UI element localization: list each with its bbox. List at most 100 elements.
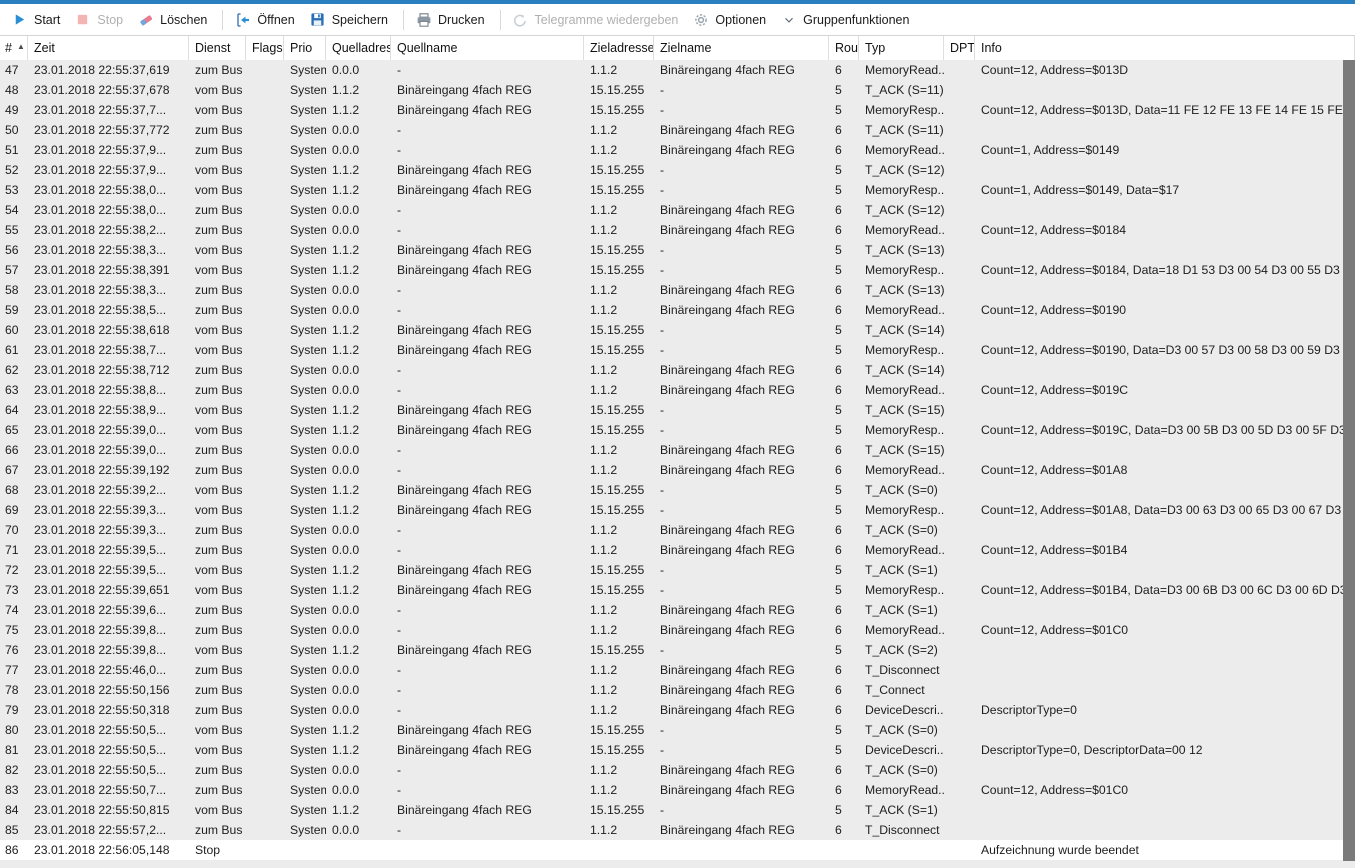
table-row[interactable]: 60 23.01.2018 22:55:38,618 vom Bus System 1.…	[0, 320, 1355, 340]
cell-zeit: 23.01.2018 22:55:50,5...	[34, 723, 167, 737]
cell-prio: System	[290, 723, 326, 737]
cell-zeit: 23.01.2018 22:55:39,651	[34, 583, 170, 597]
cell-flags	[246, 340, 284, 360]
toolbar-button-speichern[interactable]: Speichern	[304, 7, 397, 33]
column-header-info[interactable]: Info	[975, 36, 1355, 60]
table-row[interactable]: 56 23.01.2018 22:55:38,3... vom Bus System 1…	[0, 240, 1355, 260]
table-row[interactable]: 69 23.01.2018 22:55:39,3... vom Bus System 1…	[0, 500, 1355, 520]
column-header-quellname[interactable]: Quellname	[391, 36, 584, 60]
printer-icon	[415, 11, 432, 28]
cell-dienst: zum Bus	[195, 763, 243, 777]
cell-typ: T_ACK (S=12)	[865, 203, 944, 217]
table-row[interactable]: 68 23.01.2018 22:55:39,2... vom Bus System 1…	[0, 480, 1355, 500]
table-row[interactable]: 71 23.01.2018 22:55:39,5... zum Bus System 0…	[0, 540, 1355, 560]
table-row[interactable]: 49 23.01.2018 22:55:37,7... vom Bus System 1…	[0, 100, 1355, 120]
cell-flags	[246, 560, 284, 580]
column-header-zeit[interactable]: Zeit	[28, 36, 189, 60]
table-row[interactable]: 50 23.01.2018 22:55:37,772 zum Bus System 0.…	[0, 120, 1355, 140]
table-row[interactable]: 78 23.01.2018 22:55:50,156 zum Bus System 0.…	[0, 680, 1355, 700]
cell-quelladresse: 1.1.2	[332, 243, 360, 257]
column-header-prio[interactable]: Prio	[284, 36, 326, 60]
column-header-dienst[interactable]: Dienst	[189, 36, 246, 60]
table-row[interactable]: 73 23.01.2018 22:55:39,651 vom Bus System 1.…	[0, 580, 1355, 600]
telegram-table-body[interactable]: 47 23.01.2018 22:55:37,619 zum Bus System 0.…	[0, 60, 1355, 868]
toolbar-button-label: Telegramme wiedergeben	[534, 12, 679, 27]
cell-dienst: vom Bus	[195, 483, 243, 497]
column-header-flags[interactable]: Flags	[246, 36, 284, 60]
toolbar-separator	[499, 9, 501, 30]
table-row[interactable]: 55 23.01.2018 22:55:38,2... zum Bus System 0…	[0, 220, 1355, 240]
table-row[interactable]: 79 23.01.2018 22:55:50,318 zum Bus System 0.…	[0, 700, 1355, 720]
toolbar-button-drucken[interactable]: Drucken	[410, 7, 494, 33]
table-row[interactable]: 75 23.01.2018 22:55:39,8... zum Bus System 0…	[0, 620, 1355, 640]
table-row[interactable]: 61 23.01.2018 22:55:38,7... vom Bus System 1…	[0, 340, 1355, 360]
cell-zielname: Binäreingang 4fach REG	[660, 663, 795, 677]
table-row[interactable]: 76 23.01.2018 22:55:39,8... vom Bus System 1…	[0, 640, 1355, 660]
table-row[interactable]: 70 23.01.2018 22:55:39,3... zum Bus System 0…	[0, 520, 1355, 540]
table-row[interactable]: 64 23.01.2018 22:55:38,9... vom Bus System 1…	[0, 400, 1355, 420]
column-header-rout[interactable]: Rout	[829, 36, 859, 60]
table-row[interactable]: 48 23.01.2018 22:55:37,678 vom Bus System 1.…	[0, 80, 1355, 100]
table-row[interactable]: 67 23.01.2018 22:55:39,192 zum Bus System 0.…	[0, 460, 1355, 480]
cell-flags	[246, 240, 284, 260]
table-row[interactable]: 58 23.01.2018 22:55:38,3... zum Bus System 0…	[0, 280, 1355, 300]
toolbar-button-start[interactable]: Start	[6, 7, 69, 33]
cell-flags	[246, 260, 284, 280]
table-row[interactable]: 52 23.01.2018 22:55:37,9... vom Bus System 1…	[0, 160, 1355, 180]
table-row[interactable]: 85 23.01.2018 22:55:57,2... zum Bus System 0…	[0, 820, 1355, 840]
toolbar-button-gruppenfunktionen[interactable]: Gruppenfunktionen	[775, 7, 918, 33]
cell-dpt	[944, 800, 975, 820]
cell-dpt	[944, 60, 975, 80]
column-header-typ[interactable]: Typ	[859, 36, 944, 60]
table-row[interactable]: 63 23.01.2018 22:55:38,8... zum Bus System 0…	[0, 380, 1355, 400]
table-row[interactable]: 81 23.01.2018 22:55:50,5... vom Bus System 1…	[0, 740, 1355, 760]
table-row[interactable]: 82 23.01.2018 22:55:50,5... zum Bus System 0…	[0, 760, 1355, 780]
cell-num: 49	[5, 103, 19, 117]
toolbar-button-ffnen[interactable]: Öffnen	[229, 7, 303, 33]
table-row[interactable]: 77 23.01.2018 22:55:46,0... zum Bus System 0…	[0, 660, 1355, 680]
table-row[interactable]: 47 23.01.2018 22:55:37,619 zum Bus System 0.…	[0, 60, 1355, 80]
cell-rout: 5	[835, 723, 842, 737]
cell-dienst: zum Bus	[195, 223, 243, 237]
table-row[interactable]: 80 23.01.2018 22:55:50,5... vom Bus System 1…	[0, 720, 1355, 740]
table-row[interactable]: 53 23.01.2018 22:55:38,0... vom Bus System 1…	[0, 180, 1355, 200]
cell-info: Count=1, Address=$0149, Data=$17	[981, 183, 1180, 197]
column-header-zielname[interactable]: Zielname	[654, 36, 829, 60]
column-header-label: Zieladresse	[590, 41, 654, 55]
table-row[interactable]: 86 23.01.2018 22:56:05,148 Stop Aufzeichnun…	[0, 840, 1355, 860]
table-row[interactable]: 57 23.01.2018 22:55:38,391 vom Bus System 1.…	[0, 260, 1355, 280]
vertical-scrollbar[interactable]	[1343, 60, 1355, 861]
cell-rout: 5	[835, 483, 842, 497]
cell-prio: System	[290, 223, 326, 237]
column-header-num[interactable]: # ▲	[0, 36, 28, 60]
table-row[interactable]: 74 23.01.2018 22:55:39,6... zum Bus System 0…	[0, 600, 1355, 620]
table-row[interactable]: 66 23.01.2018 22:55:39,0... zum Bus System 0…	[0, 440, 1355, 460]
cell-flags	[246, 580, 284, 600]
cell-zeit: 23.01.2018 22:55:39,8...	[34, 643, 167, 657]
table-row[interactable]: 65 23.01.2018 22:55:39,0... vom Bus System 1…	[0, 420, 1355, 440]
table-row[interactable]: 54 23.01.2018 22:55:38,0... zum Bus System 0…	[0, 200, 1355, 220]
cell-zieladresse: 1.1.2	[590, 623, 618, 637]
cell-typ: T_ACK (S=0)	[865, 763, 938, 777]
cell-zieladresse: 1.1.2	[590, 143, 618, 157]
cell-prio: System	[290, 83, 326, 97]
cell-zieladresse: 1.1.2	[590, 283, 618, 297]
toolbar-button-l-schen[interactable]: Löschen	[132, 7, 216, 33]
table-row[interactable]: 59 23.01.2018 22:55:38,5... zum Bus System 0…	[0, 300, 1355, 320]
cell-quellname: -	[397, 783, 402, 797]
column-header-quelladresse[interactable]: Quelladress	[326, 36, 391, 60]
cell-flags	[246, 600, 284, 620]
column-header-label: Dienst	[195, 41, 231, 55]
table-row[interactable]: 62 23.01.2018 22:55:38,712 zum Bus System 0.…	[0, 360, 1355, 380]
cell-zeit: 23.01.2018 22:55:50,318	[34, 703, 170, 717]
cell-info	[975, 480, 1355, 500]
table-row[interactable]: 84 23.01.2018 22:55:50,815 vom Bus System 1.…	[0, 800, 1355, 820]
column-header-zieladresse[interactable]: Zieladresse	[584, 36, 654, 60]
toolbar-button-optionen[interactable]: Optionen	[687, 7, 775, 33]
cell-prio: System	[290, 603, 326, 617]
column-header-dpt[interactable]: DPT	[944, 36, 975, 60]
table-row[interactable]: 72 23.01.2018 22:55:39,5... vom Bus System 1…	[0, 560, 1355, 580]
cell-quellname: -	[397, 223, 402, 237]
table-row[interactable]: 83 23.01.2018 22:55:50,7... zum Bus System 0…	[0, 780, 1355, 800]
table-row[interactable]: 51 23.01.2018 22:55:37,9... zum Bus System 0…	[0, 140, 1355, 160]
